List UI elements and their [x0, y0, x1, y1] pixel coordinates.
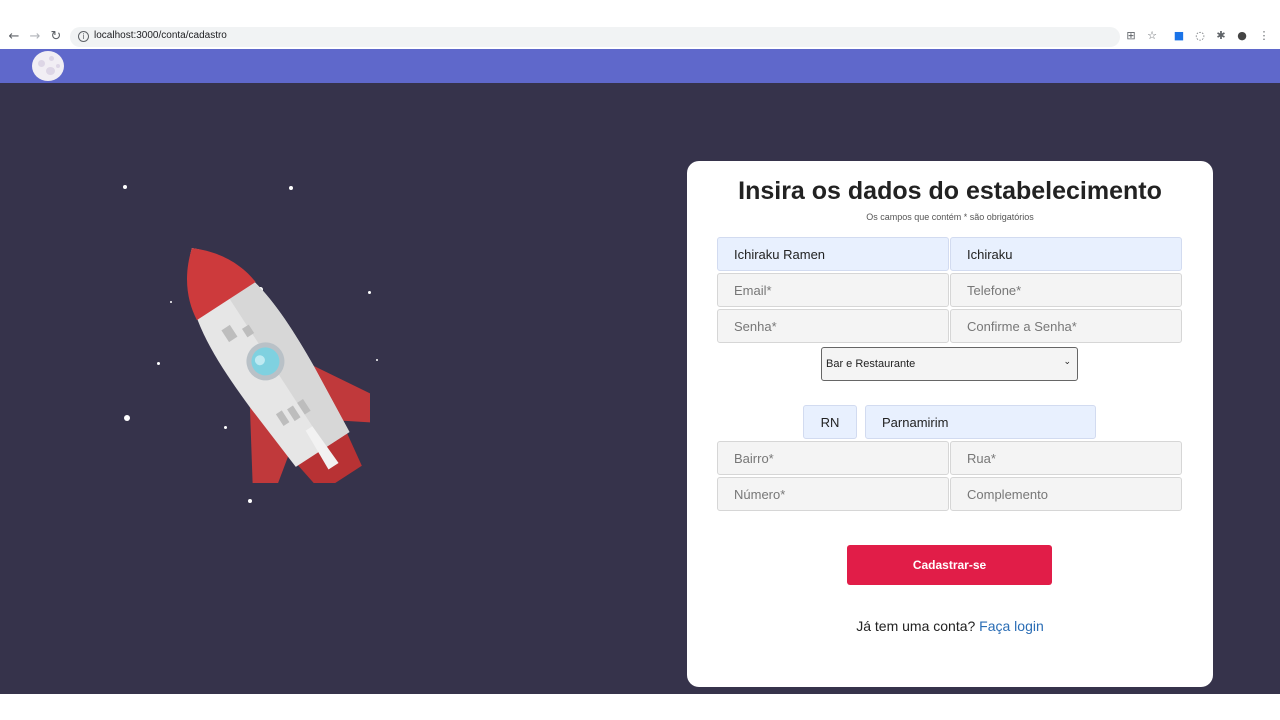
- telefone-input[interactable]: [950, 273, 1182, 307]
- star-decoration: [289, 186, 293, 190]
- confirme-senha-input[interactable]: [950, 309, 1182, 343]
- chevron-down-icon: ⌄: [1063, 357, 1071, 367]
- star-decoration: [123, 185, 127, 189]
- app-header: [0, 49, 1280, 83]
- cidade-input[interactable]: [865, 405, 1096, 439]
- browser-toolbar: ← → ↻ i localhost:3000/conta/cadastro ⊞ …: [0, 25, 1280, 49]
- nome-input[interactable]: [717, 237, 949, 271]
- registration-card: Insira os dados do estabelecimento Os ca…: [687, 161, 1213, 687]
- forward-arrow-icon[interactable]: →: [27, 29, 43, 45]
- extension-icon[interactable]: ■: [1172, 29, 1186, 43]
- translate-icon[interactable]: ⊞: [1124, 29, 1138, 43]
- url-text[interactable]: localhost:3000/conta/cadastro: [94, 30, 227, 41]
- email-input[interactable]: [717, 273, 949, 307]
- cadastrar-button[interactable]: Cadastrar-se: [847, 545, 1052, 585]
- login-prompt-text: Já tem uma conta?: [856, 618, 976, 634]
- login-link[interactable]: Faça login: [979, 618, 1044, 634]
- profile-icon[interactable]: ●: [1235, 29, 1249, 43]
- main-area: Insira os dados do estabelecimento Os ca…: [0, 83, 1280, 694]
- shield-icon[interactable]: ◌: [1193, 29, 1207, 43]
- menu-dots-icon[interactable]: ⋮: [1257, 29, 1271, 43]
- star-decoration: [376, 359, 378, 361]
- star-decoration: [248, 499, 252, 503]
- categoria-selected-value: Bar e Restaurante: [826, 358, 916, 370]
- rocket-illustration: [187, 248, 370, 483]
- puzzle-icon[interactable]: ✱: [1214, 29, 1228, 43]
- address-bar[interactable]: i localhost:3000/conta/cadastro: [70, 27, 1120, 47]
- star-decoration: [124, 415, 130, 421]
- reload-icon[interactable]: ↻: [48, 29, 64, 45]
- back-arrow-icon[interactable]: ←: [6, 29, 22, 45]
- senha-input[interactable]: [717, 309, 949, 343]
- info-icon[interactable]: i: [78, 31, 89, 42]
- nome-fantasia-input[interactable]: [950, 237, 1182, 271]
- bairro-input[interactable]: [717, 441, 949, 475]
- star-icon[interactable]: ☆: [1145, 29, 1159, 43]
- rua-input[interactable]: [950, 441, 1182, 475]
- estado-input[interactable]: [803, 405, 857, 439]
- complemento-input[interactable]: [950, 477, 1182, 511]
- login-prompt: Já tem uma conta? Faça login: [687, 618, 1213, 634]
- categoria-select[interactable]: Bar e Restaurante ⌄: [821, 347, 1078, 381]
- page-title: Insira os dados do estabelecimento: [738, 177, 1162, 205]
- numero-input[interactable]: [717, 477, 949, 511]
- required-fields-note: Os campos que contém * são obrigatórios: [866, 212, 1034, 222]
- moon-logo-icon[interactable]: [32, 51, 64, 81]
